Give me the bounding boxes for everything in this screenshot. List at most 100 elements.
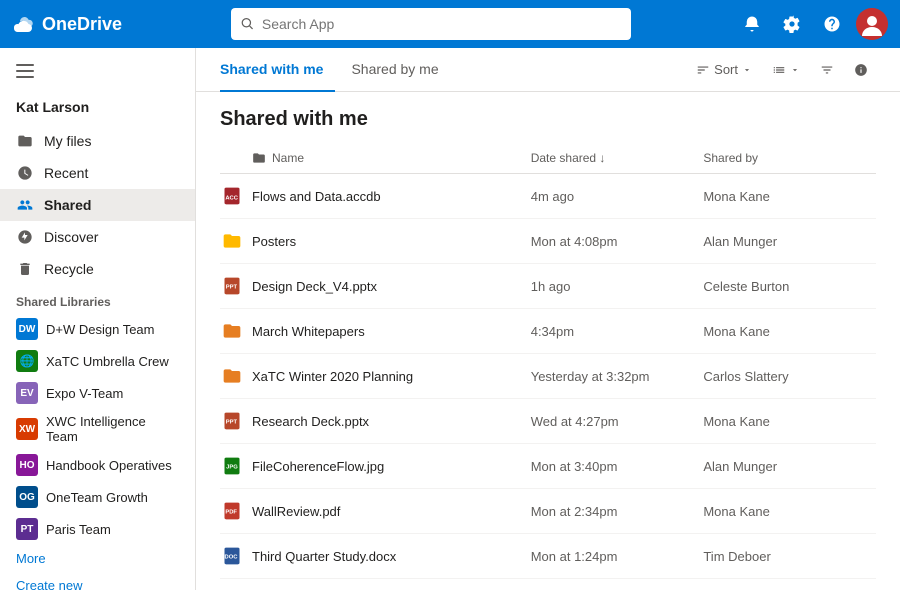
search-box[interactable] — [231, 8, 631, 40]
col-header-shared-by[interactable]: Shared by — [703, 143, 876, 174]
file-date: 4:34pm — [531, 309, 704, 354]
shared-icon — [16, 196, 34, 214]
file-name-cell: JPG FileCoherenceFlow.jpg — [220, 444, 531, 489]
sort-chevron-icon — [742, 65, 752, 75]
toolbar-right: Sort — [688, 58, 876, 81]
sidebar-item-recycle[interactable]: Recycle — [0, 253, 195, 285]
file-shared-by: Mona Kane — [703, 174, 876, 219]
app-title: OneDrive — [42, 14, 122, 35]
sidebar-lib-xatc[interactable]: 🌐 XaTC Umbrella Crew — [0, 345, 195, 377]
table-row[interactable]: Mock Ups July 24 Mona Kane — [220, 579, 876, 590]
file-name: Posters — [252, 234, 296, 249]
file-name-cell: DOC Third Quarter Study.docx — [220, 534, 531, 579]
table-row[interactable]: DOC Third Quarter Study.docx Mon at 1:24… — [220, 534, 876, 579]
search-input[interactable] — [262, 16, 621, 32]
topbar-icons — [736, 8, 888, 40]
sidebar-item-shared[interactable]: Shared — [0, 189, 195, 221]
lib-label-pt: Paris Team — [46, 522, 111, 537]
file-name-cell: ACC Flows and Data.accdb — [220, 174, 531, 219]
info-button[interactable] — [846, 59, 876, 81]
file-shared-by: Mona Kane — [703, 399, 876, 444]
col-header-name[interactable]: Name — [220, 143, 531, 174]
sidebar-item-my-files[interactable]: My files — [0, 125, 195, 157]
lib-label-xwc: XWC Intelligence Team — [46, 414, 179, 444]
list-view-icon — [772, 63, 786, 77]
table-row[interactable]: XaTC Winter 2020 Planning Yesterday at 3… — [220, 354, 876, 399]
file-date: Mon at 4:08pm — [531, 219, 704, 264]
sidebar-lib-ev[interactable]: EV Expo V-Team — [0, 377, 195, 409]
sidebar-item-label: Discover — [44, 229, 98, 245]
create-new-link[interactable]: Create new — [0, 572, 195, 590]
lib-badge-ev: EV — [16, 382, 38, 404]
svg-text:JPG: JPG — [226, 465, 238, 471]
sidebar-item-label: Recycle — [44, 261, 94, 277]
settings-button[interactable] — [776, 8, 808, 40]
sidebar-item-label: Shared — [44, 197, 91, 213]
sidebar-lib-pt[interactable]: PT Paris Team — [0, 513, 195, 545]
sidebar-lib-xwc[interactable]: XW XWC Intelligence Team — [0, 409, 195, 449]
tab-shared-with-me[interactable]: Shared with me — [220, 48, 335, 92]
file-date: 1h ago — [531, 264, 704, 309]
lib-badge-ho: HO — [16, 454, 38, 476]
filter-icon — [820, 63, 834, 77]
lib-badge-og: OG — [16, 486, 38, 508]
file-name-cell: Posters — [220, 219, 531, 264]
file-type-icon — [220, 229, 244, 253]
lib-label-ev: Expo V-Team — [46, 386, 123, 401]
app-logo[interactable]: OneDrive — [12, 13, 172, 35]
sidebar-item-discover[interactable]: Discover — [0, 221, 195, 253]
tab-shared-by-me[interactable]: Shared by me — [351, 48, 450, 92]
table-row[interactable]: March Whitepapers 4:34pm Mona Kane — [220, 309, 876, 354]
table-row[interactable]: JPG FileCoherenceFlow.jpg Mon at 3:40pm … — [220, 444, 876, 489]
sidebar-lib-dw[interactable]: DW D+W Design Team — [0, 313, 195, 345]
lib-badge-xwc: XW — [16, 418, 38, 440]
file-date: Mon at 2:34pm — [531, 489, 704, 534]
file-shared-by: Celeste Burton — [703, 264, 876, 309]
col-header-date[interactable]: Date shared ↓ — [531, 143, 704, 174]
sort-icon — [696, 63, 710, 77]
table-row[interactable]: ACC Flows and Data.accdb 4m ago Mona Kan… — [220, 174, 876, 219]
help-icon — [823, 15, 841, 33]
sidebar-item-recent[interactable]: Recent — [0, 157, 195, 189]
more-link[interactable]: More — [0, 545, 195, 572]
table-row[interactable]: PPT Design Deck_V4.pptx 1h ago Celeste B… — [220, 264, 876, 309]
lib-label-og: OneTeam Growth — [46, 490, 148, 505]
sidebar-lib-ho[interactable]: HO Handbook Operatives — [0, 449, 195, 481]
table-row[interactable]: PDF WallReview.pdf Mon at 2:34pm Mona Ka… — [220, 489, 876, 534]
table-row[interactable]: PPT Research Deck.pptx Wed at 4:27pm Mon… — [220, 399, 876, 444]
file-shared-by: Mona Kane — [703, 489, 876, 534]
file-type-icon: PDF — [220, 499, 244, 523]
view-toggle-button[interactable] — [764, 59, 808, 81]
sidebar-lib-og[interactable]: OG OneTeam Growth — [0, 481, 195, 513]
sidebar-item-label: My files — [44, 133, 91, 149]
avatar[interactable] — [856, 8, 888, 40]
notification-button[interactable] — [736, 8, 768, 40]
file-name: XaTC Winter 2020 Planning — [252, 369, 413, 384]
lib-badge-pt: PT — [16, 518, 38, 540]
help-button[interactable] — [816, 8, 848, 40]
file-date: Mon at 3:40pm — [531, 444, 704, 489]
sidebar: Kat Larson My files Recent Shared Discov… — [0, 48, 196, 590]
svg-text:PPT: PPT — [226, 285, 238, 291]
sidebar-item-label: Recent — [44, 165, 88, 181]
shared-libraries-label: Shared Libraries — [0, 285, 195, 313]
filter-button[interactable] — [812, 59, 842, 81]
svg-text:ACC: ACC — [225, 195, 238, 201]
lib-badge-xatc: 🌐 — [16, 350, 38, 372]
file-type-icon: ACC — [220, 184, 244, 208]
hamburger-button[interactable] — [0, 56, 195, 89]
recent-icon — [16, 164, 34, 182]
sort-button[interactable]: Sort — [688, 58, 760, 81]
file-table: Name Date shared ↓ Shared by ACC Fl — [220, 143, 876, 590]
content-body: Shared with me Name Date shared ↓ — [196, 92, 900, 590]
bell-icon — [743, 15, 761, 33]
file-name-cell: PDF WallReview.pdf — [220, 489, 531, 534]
table-row[interactable]: Posters Mon at 4:08pm Alan Munger — [220, 219, 876, 264]
info-icon — [854, 63, 868, 77]
file-name-cell: PPT Research Deck.pptx — [220, 399, 531, 444]
svg-text:DOC: DOC — [225, 555, 239, 561]
svg-text:PPT: PPT — [226, 420, 238, 426]
file-date: 4m ago — [531, 174, 704, 219]
discover-icon — [16, 228, 34, 246]
file-shared-by: Alan Munger — [703, 444, 876, 489]
